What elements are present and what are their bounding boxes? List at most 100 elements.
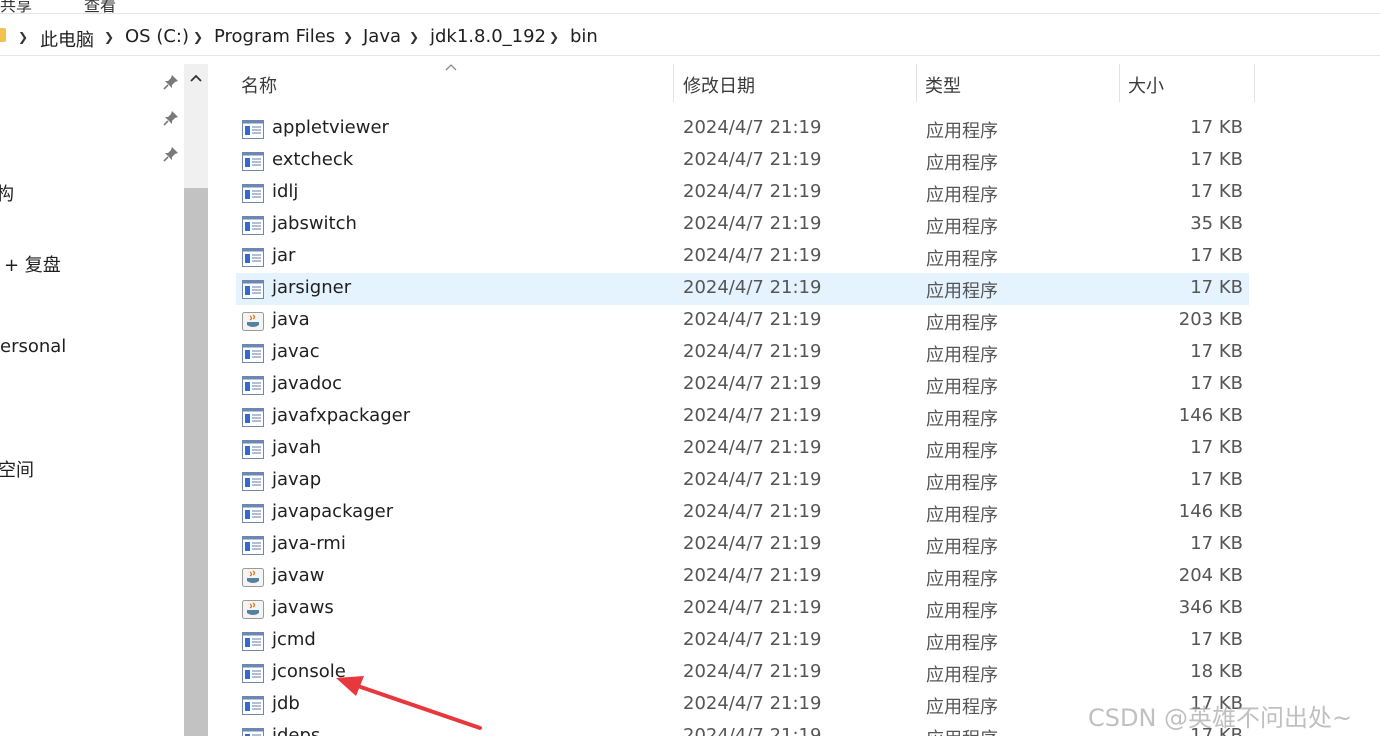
exe-icon xyxy=(242,152,264,171)
exe-icon xyxy=(242,280,264,299)
file-size: 204 KB xyxy=(1178,565,1243,586)
exe-icon xyxy=(242,120,264,139)
chevron-right-icon[interactable]: ❯ xyxy=(549,30,559,44)
file-date: 2024/4/7 21:19 xyxy=(683,437,822,458)
file-name: javap xyxy=(272,469,322,490)
file-row[interactable]: jar 2024/4/7 21:19 应用程序 17 KB xyxy=(236,241,1249,273)
folder-icon xyxy=(0,28,6,42)
file-row[interactable]: idlj 2024/4/7 21:19 应用程序 17 KB xyxy=(236,177,1249,209)
nav-item[interactable]: ersonal xyxy=(0,336,66,357)
column-header-type[interactable]: 类型 xyxy=(925,72,961,98)
file-row[interactable]: java 2024/4/7 21:19 应用程序 203 KB xyxy=(236,305,1249,337)
file-row[interactable]: appletviewer 2024/4/7 21:19 应用程序 17 KB xyxy=(236,113,1249,145)
chevron-right-icon[interactable]: ❯ xyxy=(343,30,353,44)
file-date: 2024/4/7 21:19 xyxy=(683,597,822,618)
file-date: 2024/4/7 21:19 xyxy=(683,245,822,266)
column-divider[interactable] xyxy=(673,64,674,102)
exe-icon xyxy=(242,184,264,203)
file-date: 2024/4/7 21:19 xyxy=(683,629,822,650)
chevron-right-icon[interactable]: ❯ xyxy=(409,30,419,44)
ribbon-tab-view[interactable]: 查看 xyxy=(84,0,116,16)
file-date: 2024/4/7 21:19 xyxy=(683,149,822,170)
file-row[interactable]: java-rmi 2024/4/7 21:19 应用程序 17 KB xyxy=(236,529,1249,561)
file-name: javafxpackager xyxy=(272,405,411,426)
file-type: 应用程序 xyxy=(926,473,998,494)
file-name: java xyxy=(272,309,310,330)
column-header-size[interactable]: 大小 xyxy=(1128,72,1164,98)
file-row[interactable]: jcmd 2024/4/7 21:19 应用程序 17 KB xyxy=(236,625,1249,657)
column-header-date[interactable]: 修改日期 xyxy=(683,72,755,98)
exe-icon xyxy=(242,472,264,491)
nav-item[interactable]: + 复盘 xyxy=(4,251,61,277)
breadcrumb-jdk[interactable]: jdk1.8.0_192 xyxy=(430,26,546,47)
chevron-right-icon[interactable]: ❯ xyxy=(18,30,28,44)
exe-icon xyxy=(242,344,264,363)
exe-icon xyxy=(242,216,264,235)
file-row[interactable]: javafxpackager 2024/4/7 21:19 应用程序 146 KB xyxy=(236,401,1249,433)
file-type: 应用程序 xyxy=(926,377,998,398)
navigation-pane: 构 + 复盘 ersonal 空间 xyxy=(0,56,210,736)
file-date: 2024/4/7 21:19 xyxy=(683,181,822,202)
file-name: javapackager xyxy=(272,501,394,522)
file-size: 146 KB xyxy=(1178,501,1243,522)
file-name: java-rmi xyxy=(272,533,346,554)
file-type: 应用程序 xyxy=(926,217,998,238)
sort-ascending-icon xyxy=(445,64,457,71)
file-row[interactable]: javah 2024/4/7 21:19 应用程序 17 KB xyxy=(236,433,1249,465)
breadcrumb-java[interactable]: Java xyxy=(363,26,401,47)
file-row[interactable]: javadoc 2024/4/7 21:19 应用程序 17 KB xyxy=(236,369,1249,401)
address-bar[interactable]: ❯ 此电脑 ❯ OS (C:) ❯ Program Files ❯ Java ❯… xyxy=(0,18,1380,56)
nav-scrollbar-thumb[interactable] xyxy=(184,188,208,736)
pin-icon[interactable] xyxy=(163,74,179,90)
file-date: 2024/4/7 21:19 xyxy=(683,309,822,330)
column-divider[interactable] xyxy=(1254,64,1255,102)
file-type: 应用程序 xyxy=(926,633,998,654)
file-row[interactable]: javapackager 2024/4/7 21:19 应用程序 146 KB xyxy=(236,497,1249,529)
file-name: jar xyxy=(272,245,296,266)
java-icon xyxy=(242,568,264,587)
exe-icon xyxy=(242,664,264,683)
file-date: 2024/4/7 21:19 xyxy=(683,117,822,138)
column-header-name[interactable]: 名称 xyxy=(241,72,277,98)
breadcrumb-bin[interactable]: bin xyxy=(570,26,598,47)
ribbon-tab-share[interactable]: 共享 xyxy=(0,0,32,16)
breadcrumb-drive-c[interactable]: OS (C:) xyxy=(125,26,189,47)
file-row[interactable]: javaws 2024/4/7 21:19 应用程序 346 KB xyxy=(236,593,1249,625)
breadcrumb-program-files[interactable]: Program Files xyxy=(214,26,335,47)
file-size: 17 KB xyxy=(1190,149,1243,170)
file-name: javadoc xyxy=(272,373,343,394)
scroll-up-button[interactable] xyxy=(184,64,208,92)
breadcrumb-this-pc[interactable]: 此电脑 xyxy=(40,26,94,52)
file-date: 2024/4/7 21:19 xyxy=(683,661,822,682)
nav-item[interactable]: 空间 xyxy=(0,456,34,482)
file-type: 应用程序 xyxy=(926,281,998,302)
file-row[interactable]: javac 2024/4/7 21:19 应用程序 17 KB xyxy=(236,337,1249,369)
file-type: 应用程序 xyxy=(926,409,998,430)
chevron-right-icon[interactable]: ❯ xyxy=(104,30,114,44)
nav-item[interactable]: 构 xyxy=(0,180,14,206)
file-row[interactable]: javap 2024/4/7 21:19 应用程序 17 KB xyxy=(236,465,1249,497)
file-type: 应用程序 xyxy=(926,537,998,558)
file-size: 17 KB xyxy=(1190,277,1243,298)
chevron-right-icon[interactable]: ❯ xyxy=(193,30,203,44)
file-date: 2024/4/7 21:19 xyxy=(683,533,822,554)
file-date: 2024/4/7 21:19 xyxy=(683,341,822,362)
exe-icon xyxy=(242,696,264,715)
file-date: 2024/4/7 21:19 xyxy=(683,501,822,522)
column-divider[interactable] xyxy=(1119,64,1120,102)
pin-icon[interactable] xyxy=(163,146,179,162)
file-type: 应用程序 xyxy=(926,725,998,736)
file-name: extcheck xyxy=(272,149,354,170)
file-row[interactable]: extcheck 2024/4/7 21:19 应用程序 17 KB xyxy=(236,145,1249,177)
file-row[interactable]: jarsigner 2024/4/7 21:19 应用程序 17 KB xyxy=(236,273,1249,305)
file-date: 2024/4/7 21:19 xyxy=(683,565,822,586)
file-size: 17 KB xyxy=(1190,245,1243,266)
file-row[interactable]: jabswitch 2024/4/7 21:19 应用程序 35 KB xyxy=(236,209,1249,241)
annotation-arrow xyxy=(336,676,482,730)
pin-icon[interactable] xyxy=(163,110,179,126)
ribbon-strip: 共享 查看 xyxy=(0,0,1380,16)
file-row[interactable]: javaw 2024/4/7 21:19 应用程序 204 KB xyxy=(236,561,1249,593)
file-name: javah xyxy=(272,437,322,458)
column-divider[interactable] xyxy=(916,64,917,102)
java-icon xyxy=(242,312,264,331)
